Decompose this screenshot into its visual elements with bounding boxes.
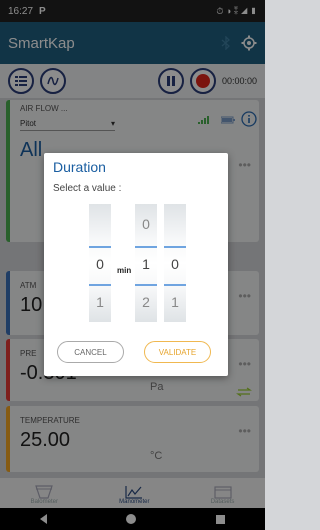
minutes-below: 1	[96, 294, 104, 310]
minutes-unit-label: min	[117, 266, 132, 275]
seconds-tens-picker[interactable]: 0 1 2	[135, 204, 157, 322]
sec-ones-below: 1	[171, 294, 179, 310]
picker-divider	[164, 284, 186, 286]
picker-divider	[135, 284, 157, 286]
dialog-subtitle: Select a value :	[53, 183, 122, 194]
picker-divider	[89, 284, 111, 286]
sec-ones-current: 0	[171, 256, 179, 272]
minutes-picker[interactable]: 0 1	[89, 204, 111, 322]
minutes-current: 0	[96, 256, 104, 272]
picker-divider	[89, 246, 111, 248]
sec-tens-above: 0	[142, 216, 150, 232]
validate-button[interactable]: VALIDATE	[144, 341, 211, 363]
sec-tens-below: 2	[142, 294, 150, 310]
picker-divider	[164, 246, 186, 248]
cancel-button[interactable]: CANCEL	[57, 341, 124, 363]
seconds-ones-picker[interactable]: 0 1	[164, 204, 186, 322]
duration-dialog: Duration Select a value : 0 1 min 0 1 2 …	[44, 153, 228, 376]
dialog-title: Duration	[53, 159, 106, 175]
sec-tens-current: 1	[142, 256, 150, 272]
picker-divider	[135, 246, 157, 248]
